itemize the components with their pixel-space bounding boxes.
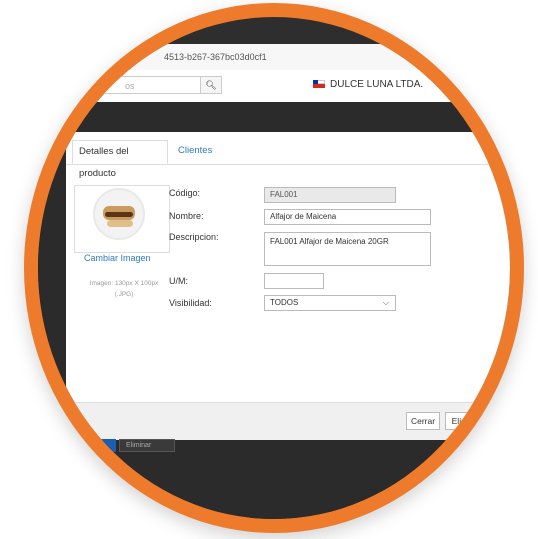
um-field[interactable] xyxy=(264,273,324,289)
company-name[interactable]: DULCE LUNA LTDA. xyxy=(330,79,423,90)
codigo-label: Código: xyxy=(169,188,201,198)
backdrop-left xyxy=(38,132,66,440)
backdrop-bottom xyxy=(38,440,510,519)
nombre-label: Nombre: xyxy=(169,211,204,221)
url-text: 4513-b267-367bc03d0cf1 xyxy=(164,52,267,62)
search-button[interactable]: 🔍︎ xyxy=(200,76,222,94)
tab-product-details[interactable]: Detalles del producto xyxy=(72,140,168,179)
visibilidad-label: Visibilidad: xyxy=(169,298,212,308)
zoomed-screen: 4513-b267-367bc03d0cf1 os 🔍︎ DULCE LUNA … xyxy=(38,17,510,519)
delete-button[interactable]: Eliminar xyxy=(445,412,489,430)
background-delete-label: Eliminar xyxy=(126,442,152,449)
change-image-link[interactable]: Cambiar Imagen xyxy=(84,253,151,263)
browser-url-bar[interactable]: 4513-b267-367bc03d0cf1 xyxy=(38,44,510,71)
image-hint-format: (.JPG) xyxy=(114,291,134,298)
codigo-field: FAL001 xyxy=(264,187,396,203)
image-hint-size: Imagen: 130px X 100px xyxy=(89,280,159,287)
page-toolbar xyxy=(38,102,510,220)
descripcion-field[interactable]: FAL001 Alfajor de Maicena 20GR xyxy=(264,232,431,266)
product-photo xyxy=(93,188,145,240)
background-primary-button xyxy=(86,439,116,452)
tab-clients[interactable]: Clientes xyxy=(172,140,218,164)
descripcion-label: Descripcion: xyxy=(169,232,219,242)
um-label: U/M: xyxy=(169,276,188,286)
image-hint: Imagen: 130px X 100px (.JPG) xyxy=(76,278,172,300)
visibilidad-select[interactable]: TODOS ⌵ xyxy=(264,295,396,311)
background-delete-button: Eliminar xyxy=(119,439,175,452)
visibilidad-value: TODOS xyxy=(270,298,299,307)
close-button[interactable]: Cerrar xyxy=(406,412,440,430)
chevron-down-icon: ⌵ xyxy=(382,298,389,307)
nombre-field[interactable]: Alfajor de Maicena xyxy=(264,209,431,225)
search-icon: 🔍︎ xyxy=(205,80,217,90)
search-input[interactable]: os xyxy=(84,76,200,94)
save-button[interactable]: G xyxy=(492,412,510,430)
chile-flag-icon xyxy=(313,80,325,88)
magnifier-lens: 4513-b267-367bc03d0cf1 os 🔍︎ DULCE LUNA … xyxy=(24,3,524,533)
